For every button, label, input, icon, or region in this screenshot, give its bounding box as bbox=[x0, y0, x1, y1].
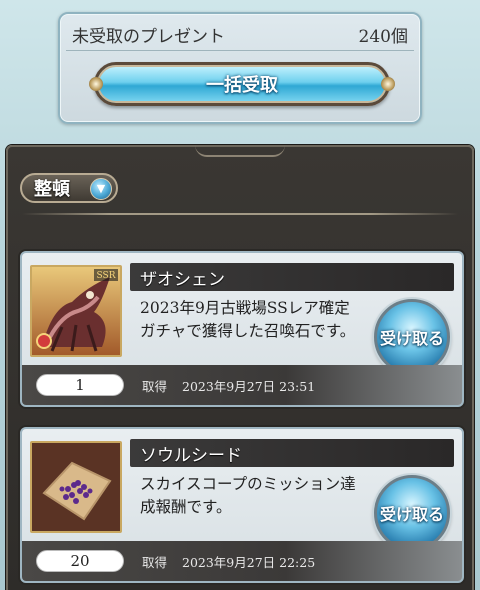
sort-label: 整頓 bbox=[34, 179, 70, 200]
present-item-card: SSR ザオシェン 2023年9月古戦場SSレア確定ガチャで獲得した召喚石です。… bbox=[20, 251, 464, 407]
chevron-down-icon: ▼ bbox=[90, 178, 112, 200]
divider bbox=[22, 213, 458, 215]
present-summary-box: 未受取のプレゼント 240個 一括受取 bbox=[58, 12, 422, 124]
item-footer: 1 取得 2023年9月27日 23:51 bbox=[22, 365, 462, 405]
item-description: 2023年9月古戦場SSレア確定ガチャで獲得した召喚石です。 bbox=[140, 299, 356, 340]
present-item-card: ソウルシード スカイスコープのミッション達成報酬です。 受け取る 20 取得 2… bbox=[20, 427, 464, 583]
acquired-date: 2023年9月27日 22:25 bbox=[182, 555, 316, 570]
dragon-summon-icon: SSR bbox=[32, 267, 120, 355]
acquired-label: 取得 bbox=[142, 379, 168, 394]
acquired-label: 取得 bbox=[142, 555, 168, 570]
divider bbox=[66, 50, 414, 51]
claim-button[interactable]: 受け取る bbox=[374, 475, 450, 551]
item-quantity: 1 bbox=[36, 374, 124, 396]
ornament-icon bbox=[195, 145, 285, 157]
claim-button[interactable]: 受け取る bbox=[374, 299, 450, 375]
item-thumbnail bbox=[30, 441, 122, 533]
unclaimed-presents-count: 240個 bbox=[358, 27, 408, 47]
claim-button-label: 受け取る bbox=[379, 505, 444, 524]
claim-all-label: 一括受取 bbox=[206, 75, 278, 96]
button-cap-right-icon bbox=[381, 77, 395, 91]
unclaimed-presents-label: 未受取のプレゼント bbox=[72, 27, 225, 47]
item-name-bar: ソウルシード bbox=[130, 439, 454, 467]
acquired-date: 2023年9月27日 23:51 bbox=[182, 379, 316, 394]
item-quantity: 20 bbox=[36, 550, 124, 572]
button-cap-left-icon bbox=[89, 77, 103, 91]
claim-button-label: 受け取る bbox=[379, 329, 444, 348]
soul-seed-icon bbox=[32, 443, 120, 531]
item-footer: 20 取得 2023年9月27日 22:25 bbox=[22, 541, 462, 581]
item-name: ザオシェン bbox=[140, 269, 225, 290]
claim-all-button[interactable]: 一括受取 bbox=[89, 62, 395, 106]
item-name: ソウルシード bbox=[140, 445, 242, 466]
summon-thumbnail: SSR bbox=[30, 265, 122, 357]
item-name-bar: ザオシェン bbox=[130, 263, 454, 291]
sort-button[interactable]: 整頓 ▼ bbox=[20, 173, 118, 203]
ssr-badge: SSR bbox=[97, 271, 116, 281]
present-list-panel: 整頓 ▼ SSR ザオシェン 2023年9月古戦場SSレア確定ガチャで獲得した召… bbox=[6, 145, 474, 590]
item-description: スカイスコープのミッション達成報酬です。 bbox=[140, 475, 356, 516]
